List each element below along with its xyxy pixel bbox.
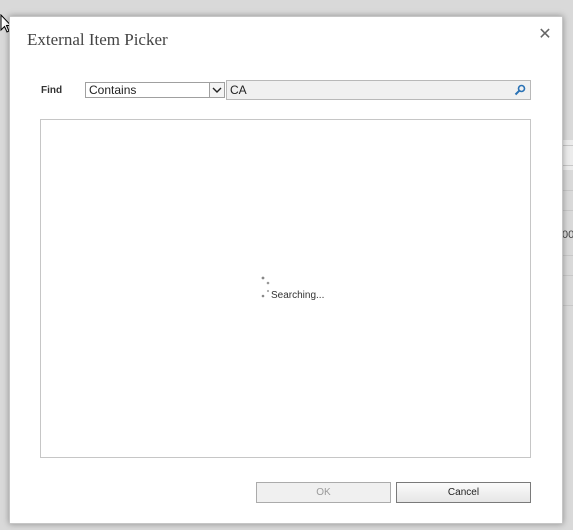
search-input[interactable]: CA — [226, 80, 531, 100]
ok-button[interactable]: OK — [256, 482, 391, 503]
cancel-button[interactable]: Cancel — [396, 482, 531, 503]
search-query-text: CA — [230, 83, 247, 97]
chevron-down-icon[interactable] — [209, 83, 224, 97]
find-operator-select[interactable]: Contains — [85, 82, 225, 98]
dialog-title: External Item Picker — [27, 30, 168, 49]
background-partial-text: 00 — [562, 229, 573, 241]
results-panel: Searching... — [40, 119, 531, 458]
find-operator-value: Contains — [89, 83, 137, 97]
close-icon[interactable]: ✕ — [536, 26, 554, 44]
search-icon[interactable] — [511, 82, 529, 98]
searching-status: Searching... — [271, 290, 325, 301]
external-item-picker-dialog: External Item Picker ✕ Find Contains CA … — [9, 16, 563, 524]
find-label: Find — [41, 85, 63, 96]
